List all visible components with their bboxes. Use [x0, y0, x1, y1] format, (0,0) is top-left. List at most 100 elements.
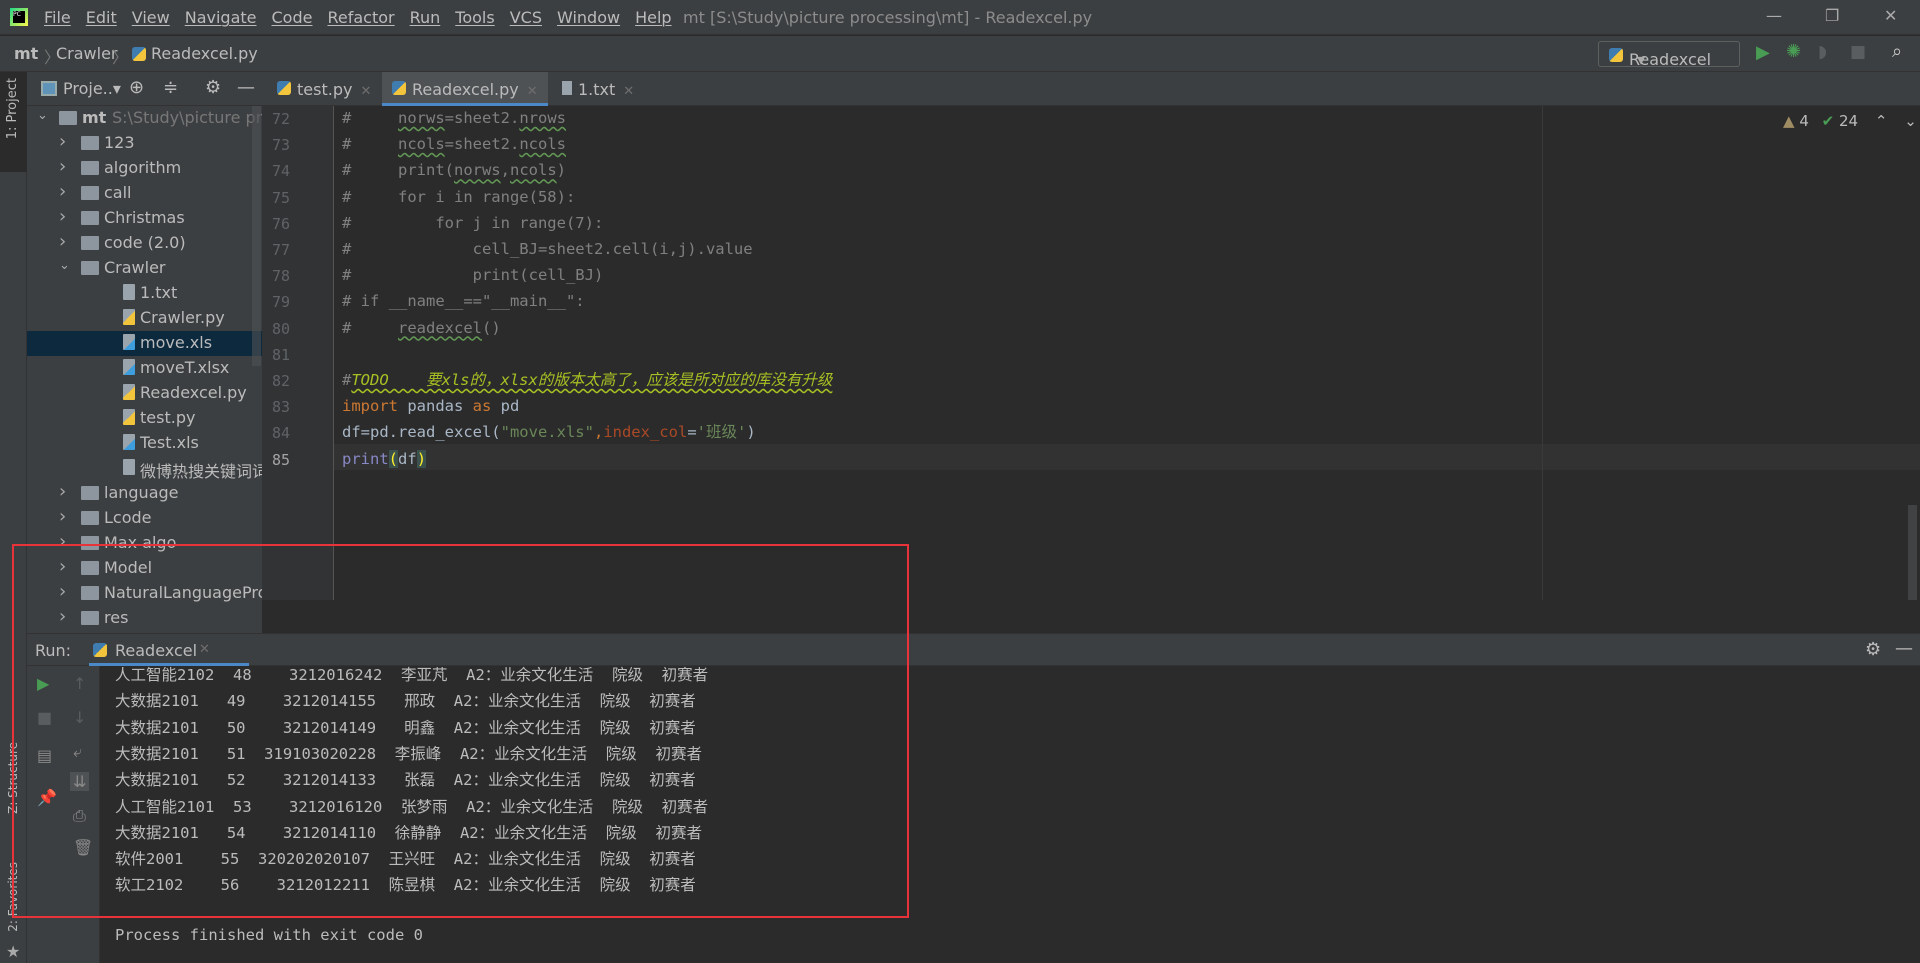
tree-item[interactable]: › res: [27, 606, 262, 631]
collapse-all-icon[interactable]: ≑: [163, 77, 178, 98]
project-scrollbar[interactable]: [252, 106, 261, 366]
stop-icon[interactable]: ■: [1850, 42, 1866, 62]
chevron-down-icon[interactable]: ⌄: [1904, 112, 1917, 130]
stop-icon[interactable]: ■: [37, 708, 52, 727]
tree-item[interactable]: › Christmas: [27, 206, 262, 231]
search-icon[interactable]: ⌕: [1892, 41, 1902, 62]
menu-help[interactable]: Help: [635, 8, 671, 27]
structure-tool-button[interactable]: Z: Structure: [6, 742, 20, 814]
chevron-right-icon[interactable]: ›: [59, 556, 66, 577]
gear-icon[interactable]: ⚙: [205, 77, 221, 98]
tree-item[interactable]: Readexcel.py: [27, 381, 262, 406]
python-file-icon: [392, 81, 406, 95]
code-token: ): [556, 161, 567, 180]
chevron-down-icon[interactable]: ⌄: [59, 258, 70, 273]
console-line: 软工2102 56 3212012211 陈昱棋 A2：业余文化生活 院级 初赛…: [115, 876, 696, 895]
chevron-up-icon[interactable]: ⌃: [1875, 112, 1888, 130]
tree-item[interactable]: Test.xls: [27, 431, 262, 456]
soft-wrap-icon[interactable]: ⤶: [73, 742, 82, 762]
tree-item[interactable]: moveT.xlsx: [27, 356, 262, 381]
menu-navigate[interactable]: Navigate: [185, 8, 257, 27]
restore-icon[interactable]: ❐: [1825, 6, 1839, 25]
chevron-right-icon[interactable]: ›: [59, 481, 66, 502]
breadcrumb-item[interactable]: Crawler: [56, 44, 118, 63]
project-view-select[interactable]: Proje..▾: [63, 79, 121, 98]
favorites-tool-button[interactable]: 2: Favorites: [6, 862, 20, 932]
print-icon[interactable]: ⎙: [73, 806, 86, 826]
trash-icon[interactable]: 🗑: [73, 838, 93, 857]
tree-item[interactable]: › call: [27, 181, 262, 206]
tree-item[interactable]: › algorithm: [27, 156, 262, 181]
close-tab-icon[interactable]: ✕: [527, 84, 538, 99]
chevron-right-icon[interactable]: ›: [59, 231, 66, 252]
line-number: 81: [272, 345, 291, 364]
project-tool-button[interactable]: 1: Project: [0, 72, 27, 172]
tree-item[interactable]: › Model: [27, 556, 262, 581]
close-tab-icon[interactable]: ✕: [360, 84, 371, 99]
chevron-right-icon[interactable]: ›: [59, 131, 66, 152]
tree-item[interactable]: test.py: [27, 406, 262, 431]
rerun-icon[interactable]: ▶: [37, 674, 49, 693]
menu-edit[interactable]: Edit: [86, 8, 117, 27]
run-tab-readexcel[interactable]: Readexcel ✕: [89, 634, 249, 666]
debug-icon[interactable]: ✺: [1786, 41, 1801, 62]
run-config-select[interactable]: Readexcel ▾: [1598, 41, 1740, 69]
scroll-to-end-icon[interactable]: ⇊: [70, 772, 90, 791]
chevron-right-icon[interactable]: ›: [59, 606, 66, 627]
tree-item[interactable]: move.xls: [27, 331, 262, 356]
gear-icon[interactable]: ⚙: [1865, 639, 1881, 660]
hide-icon[interactable]: —: [1895, 638, 1913, 659]
tree-item[interactable]: Crawler.py: [27, 306, 262, 331]
run-icon[interactable]: ▶: [1756, 42, 1770, 63]
tab-1-txt[interactable]: 1.txt ✕: [552, 72, 644, 106]
hide-icon[interactable]: —: [237, 77, 255, 98]
chevron-right-icon[interactable]: ›: [59, 156, 66, 177]
tree-item[interactable]: › code (2.0): [27, 231, 262, 256]
tree-item-path: S:\Study\picture proc: [112, 108, 262, 127]
arrow-down-icon[interactable]: ↓: [73, 708, 86, 727]
arrow-up-icon[interactable]: ↑: [73, 674, 86, 693]
minimize-icon[interactable]: —: [1766, 6, 1782, 25]
menu-tools[interactable]: Tools: [455, 8, 494, 27]
chevron-right-icon[interactable]: ›: [59, 206, 66, 227]
tree-item[interactable]: › NaturalLanguageProc: [27, 581, 262, 606]
chevron-down-icon[interactable]: ⌄: [37, 108, 48, 123]
pin-icon[interactable]: 📌: [37, 788, 57, 807]
tree-item[interactable]: › language: [27, 481, 262, 506]
code-editor[interactable]: # norws=sheet2.nrows # ncols=sheet2.ncols…: [334, 106, 1920, 600]
breadcrumb-item[interactable]: Readexcel.py: [151, 44, 258, 63]
chevron-right-icon[interactable]: ›: [59, 581, 66, 602]
tree-item[interactable]: ⌄ mt S:\Study\picture proc: [27, 106, 262, 131]
close-icon[interactable]: ✕: [1884, 6, 1897, 25]
close-tab-icon[interactable]: ✕: [199, 642, 210, 657]
editor-scrollbar[interactable]: [1908, 505, 1917, 600]
tree-item[interactable]: 1.txt: [27, 281, 262, 306]
code-token: ): [416, 449, 427, 468]
chevron-right-icon[interactable]: ›: [59, 181, 66, 202]
tree-item[interactable]: ⌄ Crawler: [27, 256, 262, 281]
layout-icon[interactable]: ▤: [37, 746, 52, 765]
menu-file[interactable]: File: [44, 8, 71, 27]
line-number: 74: [272, 162, 291, 181]
breadcrumb-item[interactable]: mt: [14, 44, 38, 63]
tab-readexcel-py[interactable]: Readexcel.py ✕: [382, 72, 548, 106]
coverage-icon[interactable]: ◗: [1818, 42, 1827, 62]
chevron-right-icon[interactable]: ›: [59, 506, 66, 527]
tree-item[interactable]: › Max algo: [27, 531, 262, 556]
inspection-widget[interactable]: ▲ 4 ✔ 24 ⌃ ⌄: [1783, 112, 1917, 130]
tree-item[interactable]: › 123: [27, 131, 262, 156]
locate-icon[interactable]: ⊕: [129, 77, 144, 98]
menu-vcs[interactable]: VCS: [510, 8, 542, 27]
tree-item[interactable]: 微博热搜关键词词频: [27, 456, 262, 481]
menu-refactor[interactable]: Refactor: [327, 8, 394, 27]
chevron-right-icon[interactable]: ›: [59, 531, 66, 552]
tree-item-label: mt: [82, 108, 107, 127]
tree-item[interactable]: › Lcode: [27, 506, 262, 531]
close-tab-icon[interactable]: ✕: [623, 84, 634, 99]
menu-view[interactable]: View: [132, 8, 170, 27]
menu-code[interactable]: Code: [272, 8, 313, 27]
menu-run[interactable]: Run: [410, 8, 441, 27]
menu-window[interactable]: Window: [557, 8, 620, 27]
tab-test-py[interactable]: test.py ✕: [267, 72, 381, 106]
console-output[interactable]: 人工智能2102 48 3212016242 李亚芃 A2：业余文化生活 院级 …: [100, 666, 1920, 963]
